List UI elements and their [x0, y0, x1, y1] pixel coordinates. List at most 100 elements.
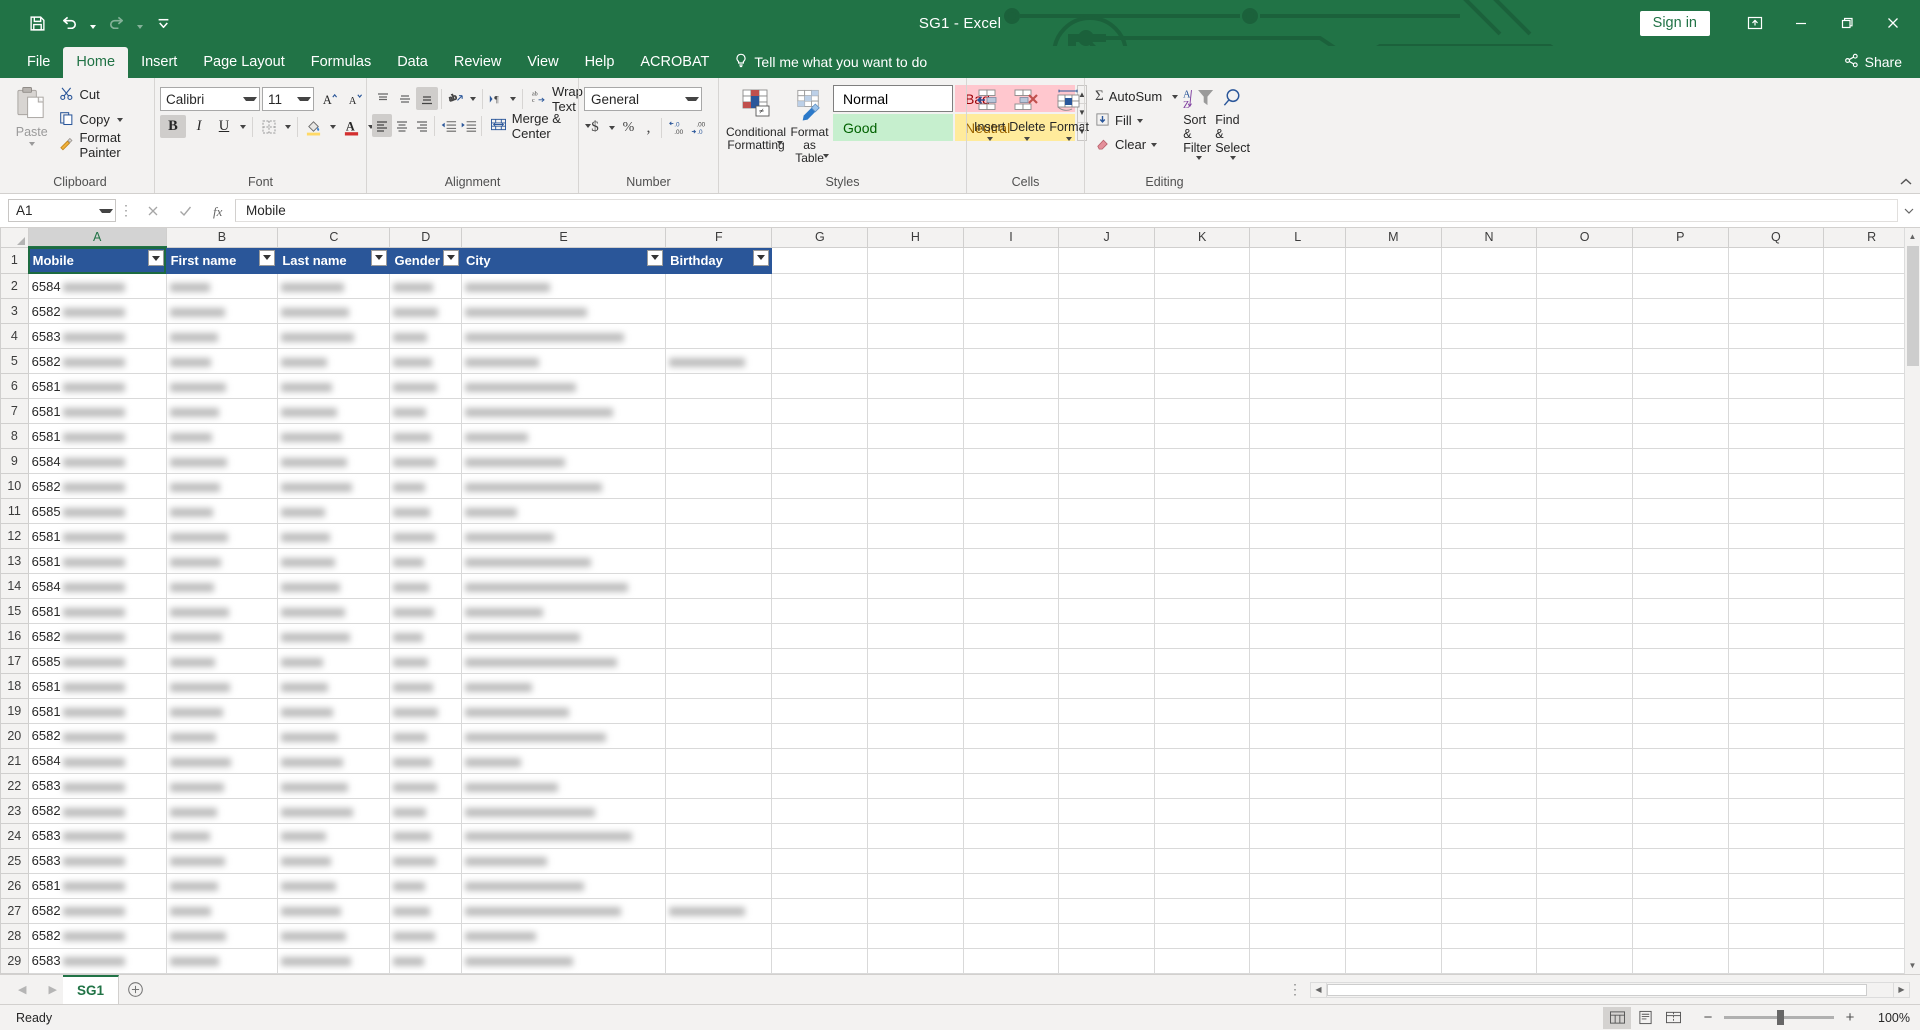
font-name-dropdown-icon[interactable] [243, 97, 257, 101]
tab-home[interactable]: Home [63, 47, 129, 78]
conditional-formatting-dropdown-icon[interactable] [776, 141, 783, 145]
cell[interactable] [1728, 247, 1825, 275]
horizontal-scrollbar[interactable]: ◀ ▶ [1310, 981, 1920, 998]
cell[interactable] [665, 273, 773, 300]
cell[interactable] [166, 348, 279, 375]
cell-mobile[interactable]: 6582 [28, 723, 167, 749]
autosum-button[interactable]: Σ AutoSum [1090, 85, 1183, 108]
cell[interactable] [1441, 923, 1538, 949]
cell[interactable] [867, 573, 964, 600]
cell[interactable] [771, 748, 869, 774]
cell[interactable] [1345, 448, 1442, 475]
cell[interactable] [963, 748, 1060, 774]
cell[interactable] [1536, 698, 1633, 724]
cell[interactable] [665, 848, 773, 874]
cell[interactable] [1632, 573, 1729, 600]
cell[interactable] [1728, 273, 1825, 300]
align-bottom-button[interactable] [416, 87, 439, 110]
cell[interactable] [1154, 523, 1251, 550]
tab-formulas[interactable]: Formulas [298, 47, 384, 78]
cell[interactable] [1249, 448, 1347, 475]
cell[interactable] [461, 773, 667, 799]
cell[interactable] [166, 698, 279, 724]
column-header-c[interactable]: C [277, 228, 391, 248]
table-row[interactable]: 3 6582 [0, 298, 1920, 325]
cell-mobile[interactable]: 6583 [28, 848, 167, 874]
paste-dropdown-icon[interactable] [28, 142, 35, 146]
cell[interactable] [1345, 498, 1442, 525]
column-header-g[interactable]: G [771, 228, 869, 248]
cell[interactable] [1154, 823, 1251, 849]
format-as-table-button[interactable]: Format as Table [788, 85, 831, 165]
cell[interactable] [1345, 673, 1442, 700]
cell[interactable] [867, 423, 964, 450]
cell[interactable] [277, 548, 391, 575]
italic-button[interactable]: I [186, 115, 212, 138]
cell[interactable] [771, 673, 869, 700]
cell[interactable] [1632, 698, 1729, 724]
cell[interactable] [1632, 548, 1729, 575]
table-row[interactable]: 20 6582 [0, 723, 1920, 749]
cell[interactable] [867, 598, 964, 625]
cell[interactable] [1345, 948, 1442, 974]
orientation-dropdown-icon[interactable] [467, 87, 478, 110]
table-row[interactable]: 9 6584 [0, 448, 1920, 475]
cell-mobile[interactable]: 6583 [28, 773, 167, 799]
table-row[interactable]: 22 6583 [0, 772, 1920, 799]
tab-file[interactable]: File [14, 47, 63, 78]
cell[interactable] [1249, 698, 1347, 724]
cell[interactable] [867, 247, 964, 275]
redo-icon[interactable] [101, 9, 131, 37]
select-all-corner[interactable] [0, 228, 29, 248]
cell[interactable] [461, 273, 667, 300]
cell[interactable] [1632, 523, 1729, 550]
cell-mobile[interactable]: 6581 [28, 698, 167, 724]
cell[interactable] [1536, 898, 1633, 924]
cell[interactable] [1536, 773, 1633, 799]
cell[interactable] [963, 247, 1060, 275]
cell[interactable] [1249, 948, 1347, 974]
decrease-decimal-button[interactable]: .00 .0 [688, 116, 711, 139]
cell[interactable] [867, 273, 964, 300]
cell[interactable] [1058, 323, 1155, 350]
cell[interactable] [1154, 923, 1251, 949]
cell[interactable] [1154, 723, 1251, 749]
row-header-4[interactable]: 4 [0, 323, 29, 350]
cell[interactable] [1536, 673, 1633, 700]
cell[interactable] [166, 398, 279, 425]
customize-qat-icon[interactable] [148, 9, 178, 37]
cell[interactable] [665, 523, 773, 550]
cell[interactable] [389, 323, 462, 350]
bold-button[interactable]: B [160, 115, 186, 138]
cell[interactable] [1441, 448, 1538, 475]
row-header-20[interactable]: 20 [0, 723, 29, 749]
table-row[interactable]: 8 6581 [0, 423, 1920, 450]
cell[interactable] [1345, 748, 1442, 774]
cell[interactable] [461, 798, 667, 824]
cell[interactable] [1345, 373, 1442, 400]
row-header-10[interactable]: 10 [0, 473, 29, 500]
cell[interactable] [1441, 823, 1538, 849]
cell[interactable] [867, 673, 964, 700]
cell[interactable] [461, 548, 667, 575]
cell[interactable] [963, 923, 1060, 949]
expand-formula-bar-icon[interactable] [1898, 199, 1920, 223]
column-header-h[interactable]: H [867, 228, 964, 248]
cell[interactable] [1345, 573, 1442, 600]
cell[interactable] [1154, 873, 1251, 899]
zoom-slider-thumb[interactable] [1777, 1010, 1784, 1025]
cell[interactable] [1058, 423, 1155, 450]
cell[interactable] [1728, 873, 1825, 899]
cell[interactable] [1249, 798, 1347, 824]
cell[interactable] [166, 623, 279, 650]
cell[interactable] [1728, 848, 1825, 874]
increase-indent-button[interactable] [458, 114, 478, 137]
cell[interactable] [1728, 623, 1825, 650]
cell[interactable] [771, 923, 869, 949]
cell[interactable] [963, 898, 1060, 924]
cell[interactable] [1632, 598, 1729, 625]
table-row[interactable]: 13 6581 [0, 548, 1920, 575]
cell[interactable] [1058, 373, 1155, 400]
cell[interactable] [1536, 598, 1633, 625]
sheet-tab-overflow-icon[interactable]: ⋮ [1288, 981, 1310, 998]
